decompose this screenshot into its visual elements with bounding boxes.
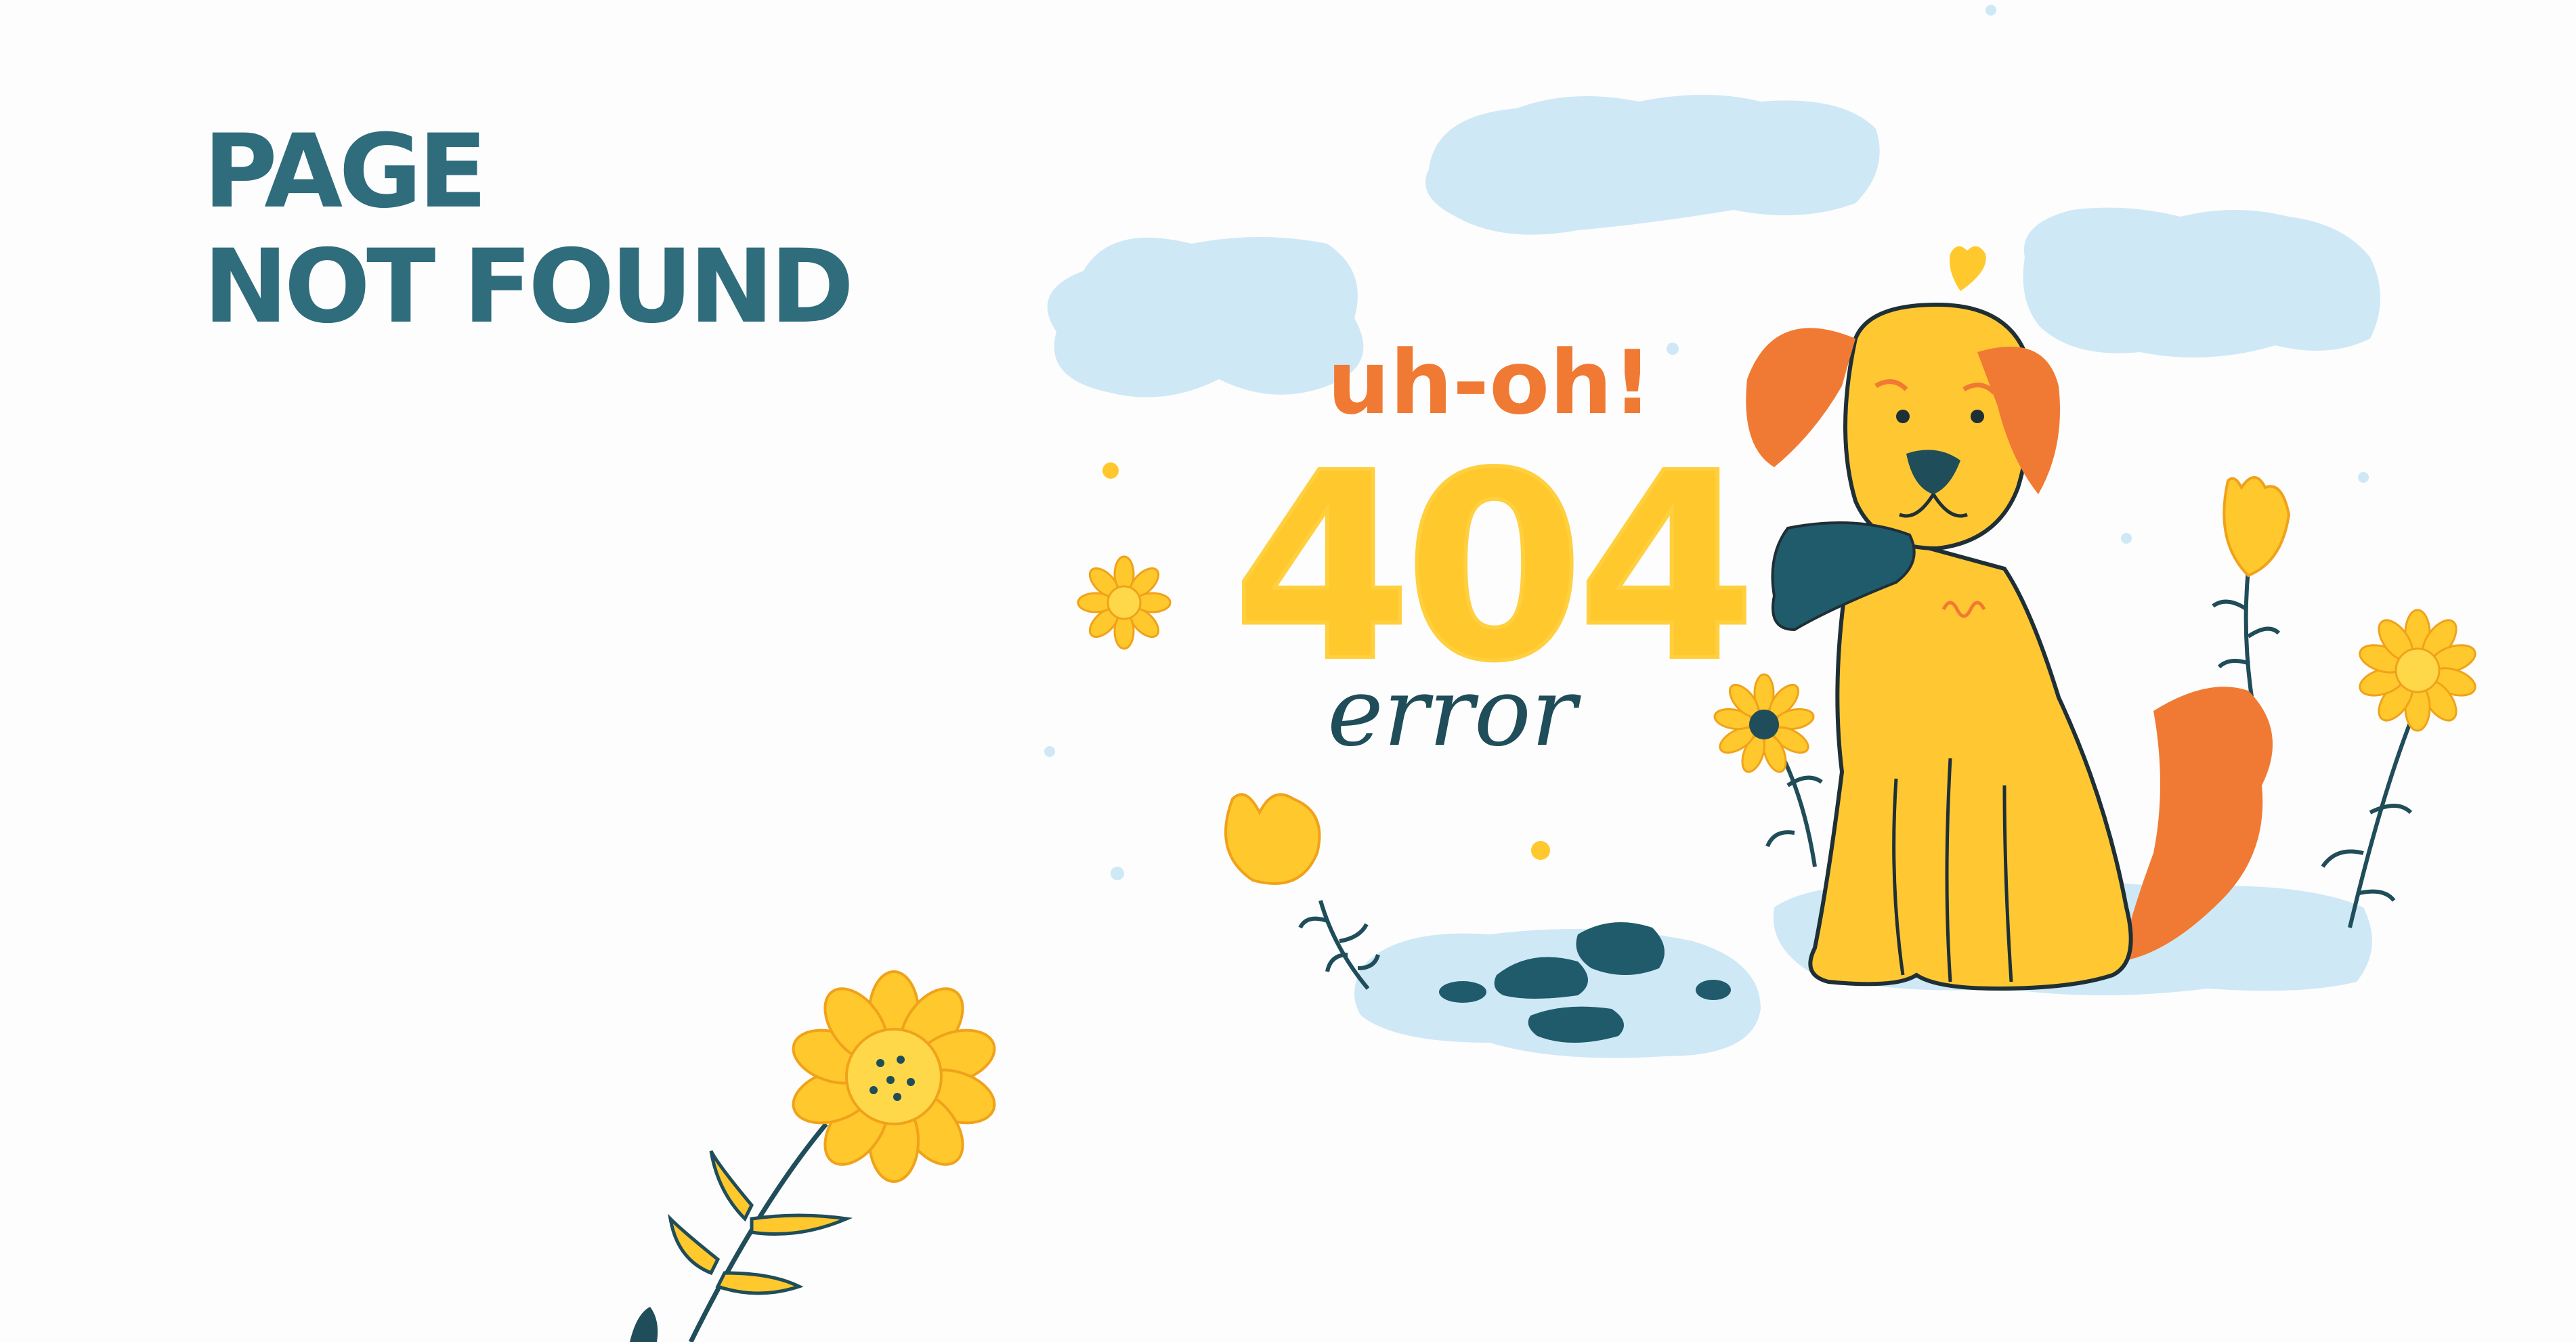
flower-icon	[1224, 793, 1380, 990]
flower-icon	[2321, 609, 2476, 928]
error-illustration: uh-oh! 404 error	[630, 5, 2476, 1342]
dog-icon	[1746, 302, 2273, 991]
flower-icon	[668, 970, 996, 1342]
cloud-icon	[1047, 237, 1364, 397]
leaf-icon	[630, 1307, 658, 1342]
cloud-icon	[1425, 95, 1880, 235]
error-page: PAGE NOT FOUND uh-oh! 404 error	[0, 0, 2576, 1342]
cloud-icon	[2023, 207, 2380, 358]
flower-icon	[2212, 476, 2291, 718]
error-caption-text: error	[1327, 657, 1581, 768]
flower-icon	[1077, 555, 1172, 650]
heart-icon	[1950, 246, 1986, 291]
